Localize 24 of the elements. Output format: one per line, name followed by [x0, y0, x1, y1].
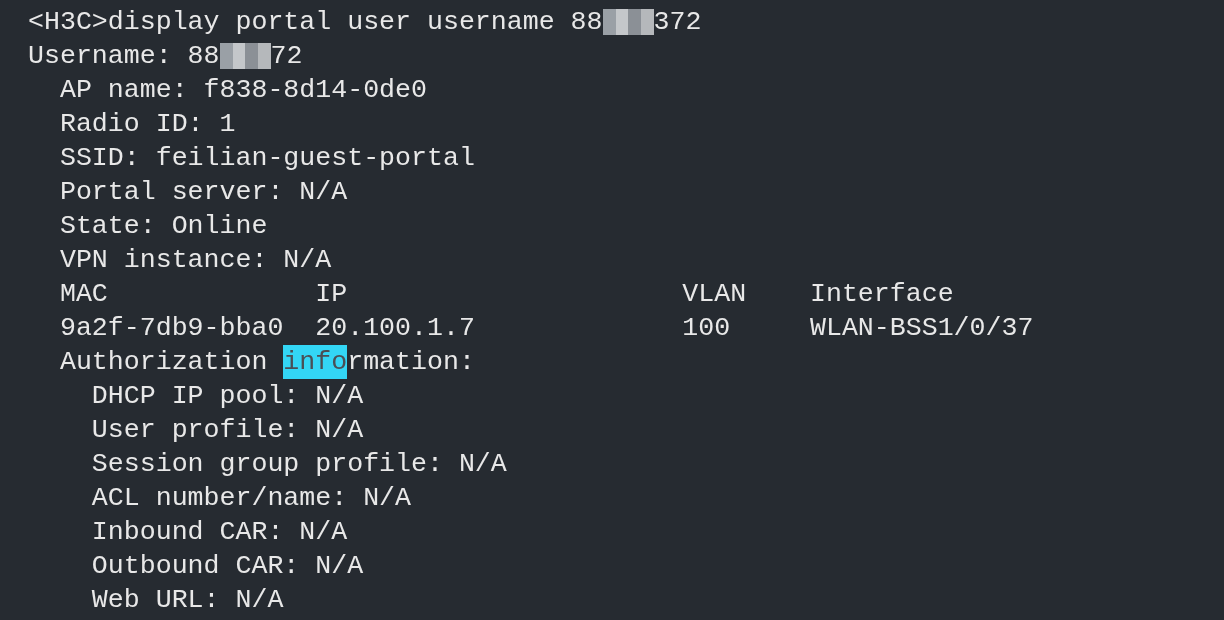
redaction-block: [602, 9, 654, 35]
terminal-text: DHCP IP pool: N/A: [90, 380, 364, 413]
terminal-text: Radio ID: 1: [58, 108, 236, 141]
terminal-text: State: Online: [58, 210, 268, 243]
terminal-text: AP name: f838-8d14-0de0: [58, 74, 427, 107]
terminal-text: 9a2f-7db9-bba0 20.100.1.7 100 WLAN-BSS1/0/37: [58, 312, 1034, 345]
terminal-text: ACL number/name: N/A: [90, 482, 411, 515]
terminal-text: Portal server: N/A: [58, 176, 348, 209]
search-match: info: [283, 345, 348, 379]
terminal-text: Web URL: N/A: [90, 584, 284, 617]
terminal-text: Outbound CAR: N/A: [90, 550, 364, 583]
terminal-text: Authorization: [58, 346, 269, 379]
terminal-text: VPN instance: N/A: [58, 244, 332, 277]
terminal-text: <H3C>display portal user username 88: [28, 6, 603, 39]
terminal-text: Username: 88: [28, 40, 220, 73]
terminal-text: rmation:: [347, 346, 475, 379]
terminal-text: Session group profile: N/A: [90, 448, 507, 481]
terminal-text: User profile: N/A: [90, 414, 364, 447]
terminal-text: 72: [270, 40, 303, 73]
terminal-text: Inbound CAR: N/A: [90, 516, 348, 549]
redaction-block: [219, 43, 271, 69]
terminal-text: 372: [653, 6, 702, 39]
terminal-text: MAC IP VLAN Interface: [58, 278, 954, 311]
terminal-text: SSID: feilian-guest-portal: [58, 142, 475, 175]
